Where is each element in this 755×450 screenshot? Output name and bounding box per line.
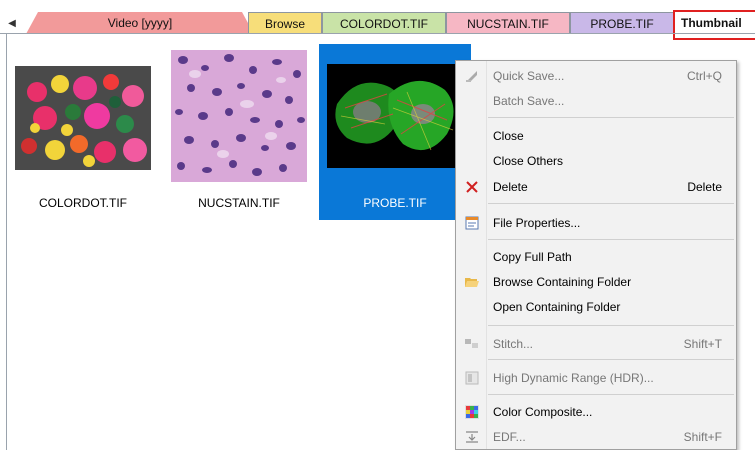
- menu-item-delete[interactable]: Delete Delete: [456, 175, 736, 199]
- quick-save-icon: [464, 68, 480, 84]
- nucstain-image: [171, 50, 307, 182]
- menu-item-hdr[interactable]: High Dynamic Range (HDR)...: [456, 366, 736, 390]
- chevron-left-icon: ◀: [8, 17, 16, 29]
- tab-strip: ◀ Video [yyyy] Browse COLORDOT.TIF NUCST…: [0, 0, 755, 40]
- colordot-image: [15, 66, 151, 170]
- tab-nucstain[interactable]: NUCSTAIN.TIF: [446, 12, 570, 34]
- hdr-icon: [464, 370, 480, 386]
- menu-item-open-containing-folder[interactable]: Open Containing Folder: [456, 295, 736, 319]
- color-composite-icon: [464, 404, 480, 420]
- tab-video[interactable]: Video [yyyy]: [26, 12, 254, 34]
- edf-icon: [464, 429, 480, 445]
- tab-probe[interactable]: PROBE.TIF: [570, 12, 674, 34]
- menu-separator: [488, 203, 734, 204]
- menu-separator: [488, 239, 734, 240]
- menu-item-stitch[interactable]: Stitch... Shift+T: [456, 332, 736, 356]
- menu-item-browse-containing-folder[interactable]: Browse Containing Folder: [456, 270, 736, 294]
- folder-open-icon: [464, 274, 480, 290]
- context-menu: Quick Save... Ctrl+Q Batch Save... Close…: [455, 60, 737, 450]
- menu-item-edf[interactable]: EDF... Shift+F: [456, 425, 736, 449]
- menu-item-color-composite[interactable]: Color Composite...: [456, 400, 736, 424]
- menu-item-batch-save[interactable]: Batch Save...: [456, 89, 736, 113]
- probe-image: [327, 64, 463, 168]
- menu-separator: [488, 325, 734, 326]
- tab-thumbnail[interactable]: Thumbnail: [675, 12, 755, 34]
- thumbnail-label: PROBE.TIF: [363, 196, 427, 210]
- menu-item-close-others[interactable]: Close Others: [456, 149, 736, 173]
- menu-separator: [488, 117, 734, 118]
- menu-item-copy-full-path[interactable]: Copy Full Path: [456, 245, 736, 269]
- thumbnail-label: NUCSTAIN.TIF: [198, 196, 280, 210]
- scroll-left-button[interactable]: ◀: [0, 12, 24, 34]
- thumbnail-nucstain[interactable]: NUCSTAIN.TIF: [163, 44, 315, 220]
- menu-item-quick-save[interactable]: Quick Save... Ctrl+Q: [456, 64, 736, 88]
- menu-item-close[interactable]: Close: [456, 124, 736, 148]
- menu-separator: [488, 359, 734, 360]
- thumbnail-probe[interactable]: PROBE.TIF: [319, 44, 471, 220]
- menu-separator: [488, 394, 734, 395]
- thumbnail-colordot[interactable]: COLORDOT.TIF: [7, 44, 159, 220]
- file-properties-icon: [464, 215, 480, 231]
- tab-colordot[interactable]: COLORDOT.TIF: [322, 12, 446, 34]
- delete-x-icon: [464, 179, 480, 195]
- menu-item-file-properties[interactable]: File Properties...: [456, 211, 736, 235]
- thumbnail-label: COLORDOT.TIF: [38, 196, 127, 210]
- stitch-icon: [464, 336, 480, 352]
- tab-browse[interactable]: Browse: [248, 12, 322, 34]
